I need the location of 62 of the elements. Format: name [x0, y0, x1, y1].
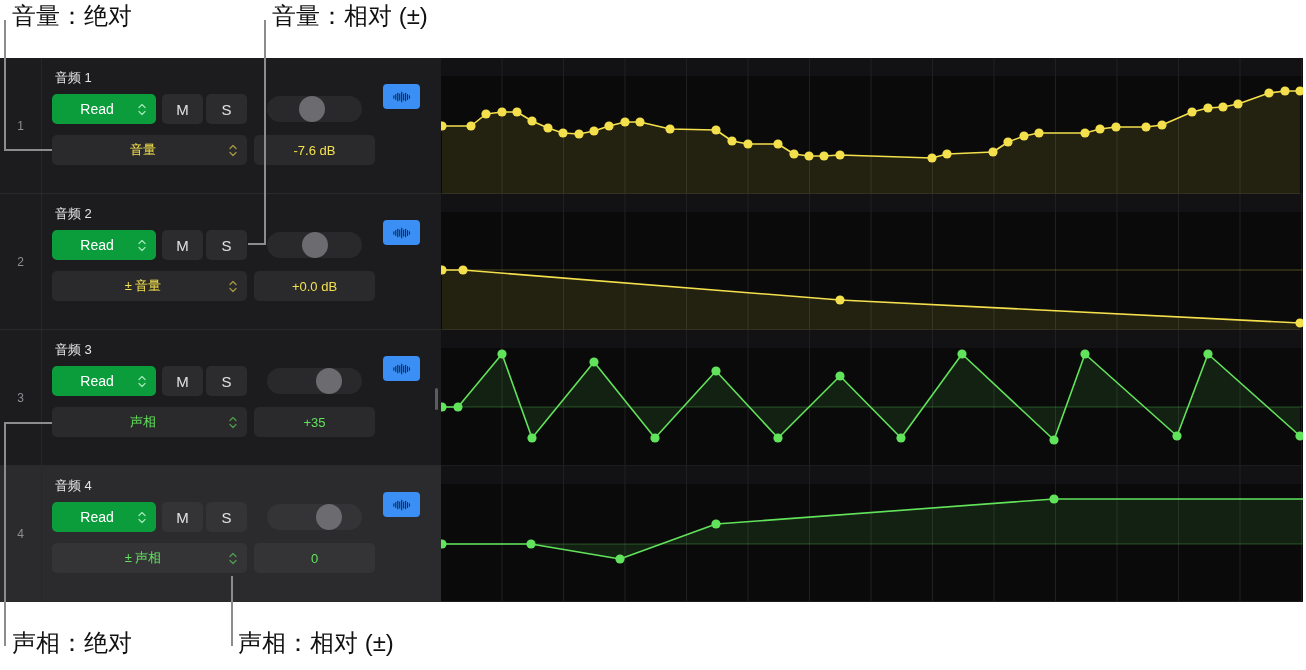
- chevron-updown-icon: [138, 374, 146, 388]
- waveform-icon: [393, 89, 410, 104]
- automation-mode-dropdown[interactable]: Read: [52, 366, 156, 396]
- chevron-updown-icon: [138, 238, 146, 252]
- slider-thumb[interactable]: [298, 96, 325, 122]
- callout-line: [231, 575, 233, 647]
- slider-track[interactable]: [267, 368, 362, 394]
- automation-mode-dropdown[interactable]: Read: [52, 230, 156, 260]
- solo-button[interactable]: S: [206, 366, 247, 396]
- track-header[interactable]: 2 音频 2 Read M S ± 音量 +0.0 dB: [0, 194, 441, 330]
- parameter-dropdown[interactable]: ± 声相: [52, 543, 247, 573]
- chevron-updown-icon: [138, 102, 146, 116]
- value-field[interactable]: +0.0 dB: [254, 271, 375, 301]
- track-name: 音频 3: [55, 342, 92, 358]
- track-number: 3: [17, 390, 24, 405]
- slider-track[interactable]: [267, 232, 362, 258]
- track-header[interactable]: 1 音频 1 Read M S 音量 -7.6 dB: [0, 58, 441, 194]
- slider-thumb[interactable]: [316, 368, 342, 394]
- track-number: 4: [17, 526, 24, 541]
- waveform-button[interactable]: [383, 220, 420, 245]
- waveform-button[interactable]: [383, 84, 420, 109]
- callout-label: 音量：相对 (±): [272, 2, 428, 30]
- solo-button[interactable]: S: [206, 502, 247, 532]
- value-field[interactable]: +35: [254, 407, 375, 437]
- solo-button[interactable]: S: [206, 230, 247, 260]
- waveform-button[interactable]: [383, 492, 420, 517]
- waveform-icon: [393, 361, 410, 376]
- mute-button[interactable]: M: [162, 366, 203, 396]
- track-name: 音频 4: [55, 478, 92, 494]
- scrollbar-thumb[interactable]: [435, 388, 438, 410]
- parameter-dropdown[interactable]: 音量: [52, 135, 247, 165]
- automation-mode-dropdown[interactable]: Read: [52, 94, 156, 124]
- track-header[interactable]: 3 音频 3 Read M S 声相 +35: [0, 330, 441, 466]
- parameter-dropdown[interactable]: 声相: [52, 407, 247, 437]
- callout-label: 声相：绝对: [12, 629, 132, 657]
- slider-thumb[interactable]: [302, 232, 329, 258]
- chevron-updown-icon: [229, 551, 237, 565]
- chevron-updown-icon: [229, 143, 237, 157]
- chevron-updown-icon: [229, 415, 237, 429]
- automation-mode-dropdown[interactable]: Read: [52, 502, 156, 532]
- waveform-button[interactable]: [383, 356, 420, 381]
- slider-track[interactable]: [267, 504, 362, 530]
- track-header[interactable]: 4 音频 4 Read M S ± 声相 0: [0, 466, 441, 602]
- mute-button[interactable]: M: [162, 94, 203, 124]
- value-field[interactable]: -7.6 dB: [254, 135, 375, 165]
- callout-label: 声相：相对 (±): [238, 629, 394, 657]
- callout-label: 音量：绝对: [12, 2, 132, 30]
- waveform-icon: [393, 225, 410, 240]
- mute-button[interactable]: M: [162, 502, 203, 532]
- chevron-updown-icon: [138, 510, 146, 524]
- track-name: 音频 2: [55, 206, 92, 222]
- mute-button[interactable]: M: [162, 230, 203, 260]
- value-field[interactable]: 0: [254, 543, 375, 573]
- slider-track[interactable]: [267, 96, 362, 122]
- chevron-updown-icon: [229, 279, 237, 293]
- solo-button[interactable]: S: [206, 94, 247, 124]
- waveform-icon: [393, 497, 410, 512]
- track-number: 1: [17, 118, 24, 133]
- parameter-dropdown[interactable]: ± 音量: [52, 271, 247, 301]
- track-number: 2: [17, 254, 24, 269]
- slider-thumb[interactable]: [316, 504, 342, 530]
- track-name: 音频 1: [55, 70, 92, 86]
